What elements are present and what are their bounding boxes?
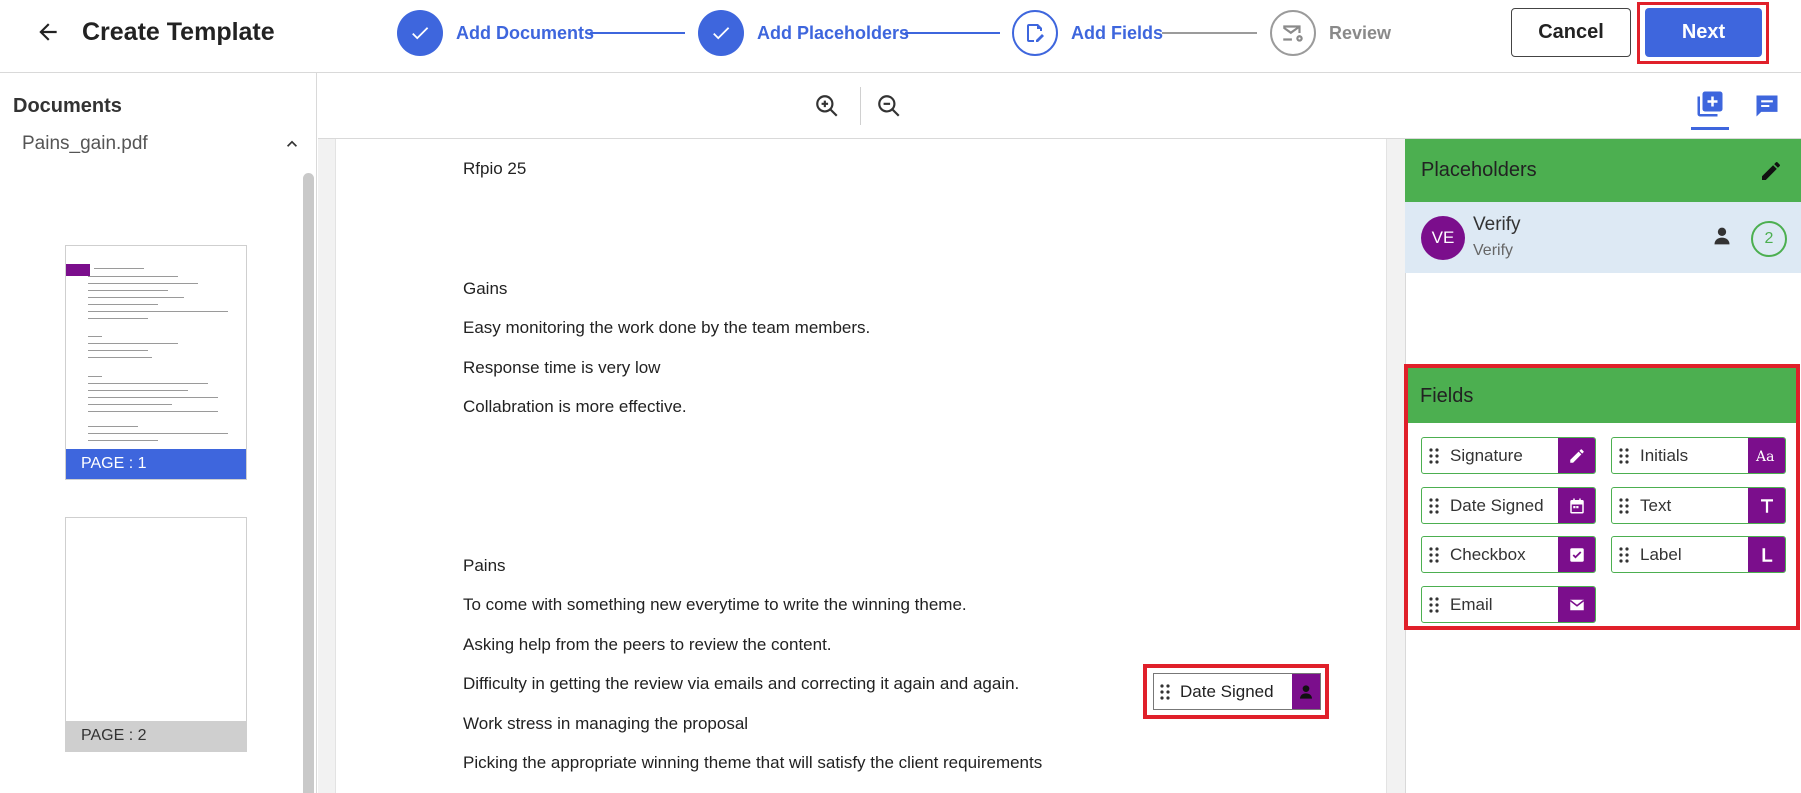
drag-handle-icon[interactable] <box>1154 683 1176 700</box>
svg-text:Aa: Aa <box>1755 449 1774 465</box>
step-add-documents[interactable]: Add Documents <box>397 10 594 56</box>
toolbar-divider <box>860 87 861 125</box>
sidebar-scrollbar[interactable] <box>303 173 314 793</box>
field-label: Text <box>1640 495 1672 515</box>
page-thumbnail-1[interactable]: PAGE : 1 <box>65 245 247 480</box>
document-line: Collabration is more effective. <box>463 397 687 416</box>
document-line: To come with something new everytime to … <box>463 595 967 614</box>
check-icon <box>698 10 744 56</box>
placeholder-item[interactable]: VE Verify Verify 2 <box>1405 202 1801 273</box>
progress-stepper: Add Documents Add Placeholders Add Field… <box>397 10 1397 56</box>
text-icon <box>1748 488 1785 523</box>
document-name[interactable]: Pains_gain.pdf <box>22 133 148 155</box>
zoom-out-icon[interactable] <box>874 91 904 121</box>
field-label: Checkbox <box>1450 544 1526 564</box>
field-label: Initials <box>1640 445 1689 465</box>
field-label: Date Signed <box>1450 495 1544 515</box>
placed-field-label: Date Signed <box>1180 681 1274 701</box>
document-line: Response time is very low <box>463 358 661 377</box>
initials-icon: Aa <box>1748 438 1785 473</box>
step-connector <box>905 32 1000 34</box>
field-label: Signature <box>1450 445 1523 465</box>
back-arrow-icon[interactable] <box>32 16 64 48</box>
edit-pencil-icon[interactable] <box>1757 157 1785 185</box>
step-label: Add Placeholders <box>757 22 910 43</box>
page-label: PAGE : 2 <box>66 721 246 751</box>
step-connector <box>1162 32 1257 34</box>
field-label: Email <box>1450 594 1493 614</box>
page-label: PAGE : 1 <box>66 449 246 479</box>
step-add-placeholders[interactable]: Add Placeholders <box>698 10 909 56</box>
document-line: Gains <box>463 279 508 298</box>
field-label: Label <box>1640 544 1682 564</box>
placeholders-header: Placeholders <box>1405 139 1801 202</box>
zoom-in-icon[interactable] <box>812 91 842 121</box>
person-icon <box>1710 224 1734 248</box>
document-line: Easy monitoring the work done by the tea… <box>463 318 871 337</box>
field-signature-button[interactable]: Signature <box>1421 437 1596 474</box>
chevron-up-icon[interactable] <box>280 132 304 156</box>
drag-handle-icon <box>1422 546 1446 563</box>
page-thumbnail-2[interactable]: PAGE : 2 <box>65 517 247 752</box>
document-line: Asking help from the peers to review the… <box>463 635 832 654</box>
person-icon <box>1292 674 1320 709</box>
active-tab-indicator <box>1691 127 1729 130</box>
field-initials-button[interactable]: Initials Aa <box>1611 437 1786 474</box>
placeholders-title: Placeholders <box>1421 159 1537 181</box>
drag-handle-icon <box>1422 596 1446 613</box>
envelope-icon <box>1558 587 1595 622</box>
step-review[interactable]: Review <box>1270 10 1391 56</box>
placeholder-subtitle: Verify <box>1473 242 1514 259</box>
document-toolbar <box>318 73 1801 139</box>
check-icon <box>397 10 443 56</box>
field-email-button[interactable]: Email <box>1421 586 1596 623</box>
step-label: Add Documents <box>456 22 595 43</box>
step-add-fields[interactable]: Add Fields <box>1012 10 1163 56</box>
page-title: Create Template <box>82 18 275 46</box>
document-line: Picking the appropriate winning theme th… <box>463 753 1043 772</box>
checkbox-icon <box>1558 537 1595 572</box>
field-label-button[interactable]: Label <box>1611 536 1786 573</box>
field-checkbox-button[interactable]: Checkbox <box>1421 536 1596 573</box>
step-connector <box>590 32 685 34</box>
document-line: Work stress in managing the proposal <box>463 714 749 733</box>
thumbnail-field-marker <box>66 264 90 276</box>
step-label: Add Fields <box>1071 22 1164 43</box>
field-date-signed-button[interactable]: Date Signed <box>1421 487 1596 524</box>
top-header: Create Template Add Documents Add Placeh… <box>0 0 1801 73</box>
document-line: Rfpio 25 <box>463 159 527 178</box>
step-label: Review <box>1329 22 1392 43</box>
document-line: Difficulty in getting the review via ema… <box>463 674 1020 693</box>
placed-date-signed-field[interactable]: Date Signed <box>1153 673 1321 710</box>
field-text-button[interactable]: Text <box>1611 487 1786 524</box>
next-button[interactable]: Next <box>1645 8 1762 57</box>
fields-header: Fields <box>1408 368 1796 423</box>
pen-icon <box>1558 438 1595 473</box>
fields-title: Fields <box>1420 385 1474 407</box>
document-line: Pains <box>463 556 506 575</box>
calendar-icon <box>1558 488 1595 523</box>
add-fields-panel-icon[interactable] <box>1693 87 1727 121</box>
drag-handle-icon <box>1612 546 1636 563</box>
drag-handle-icon <box>1422 447 1446 464</box>
envelope-settings-icon <box>1270 10 1316 56</box>
cancel-button[interactable]: Cancel <box>1511 8 1631 57</box>
drag-handle-icon <box>1612 447 1636 464</box>
sidebar-title: Documents <box>13 95 122 117</box>
documents-sidebar: Documents Pains_gain.pdf PAGE : 1 PAGE :… <box>0 73 317 793</box>
placeholder-name: Verify <box>1473 214 1521 235</box>
comment-icon[interactable] <box>1750 89 1784 123</box>
drag-handle-icon <box>1422 497 1446 514</box>
field-count-badge: 2 <box>1751 221 1787 257</box>
label-icon <box>1748 537 1785 572</box>
edit-document-icon <box>1012 10 1058 56</box>
drag-handle-icon <box>1612 497 1636 514</box>
avatar: VE <box>1421 216 1465 260</box>
